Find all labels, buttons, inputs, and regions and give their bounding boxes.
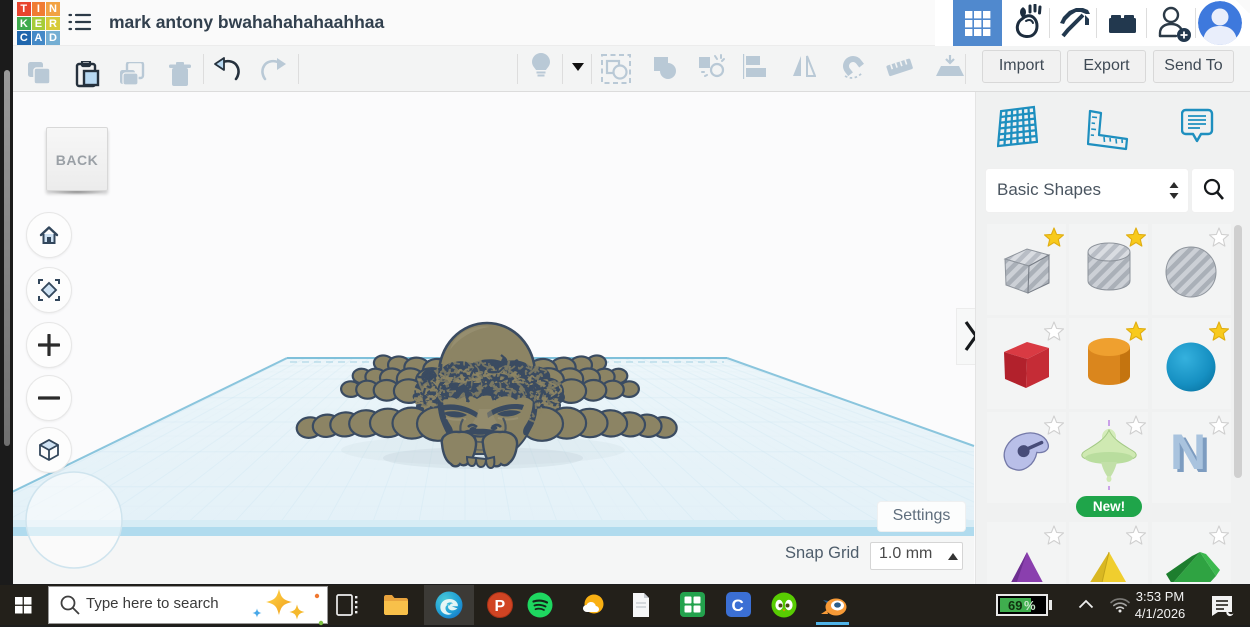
svg-text:69: 69 [1008,598,1022,613]
svg-text:P: P [495,598,506,615]
svg-text:N: N [1170,424,1206,480]
svg-text:C: C [732,596,744,615]
svg-text:%: % [1024,598,1036,613]
